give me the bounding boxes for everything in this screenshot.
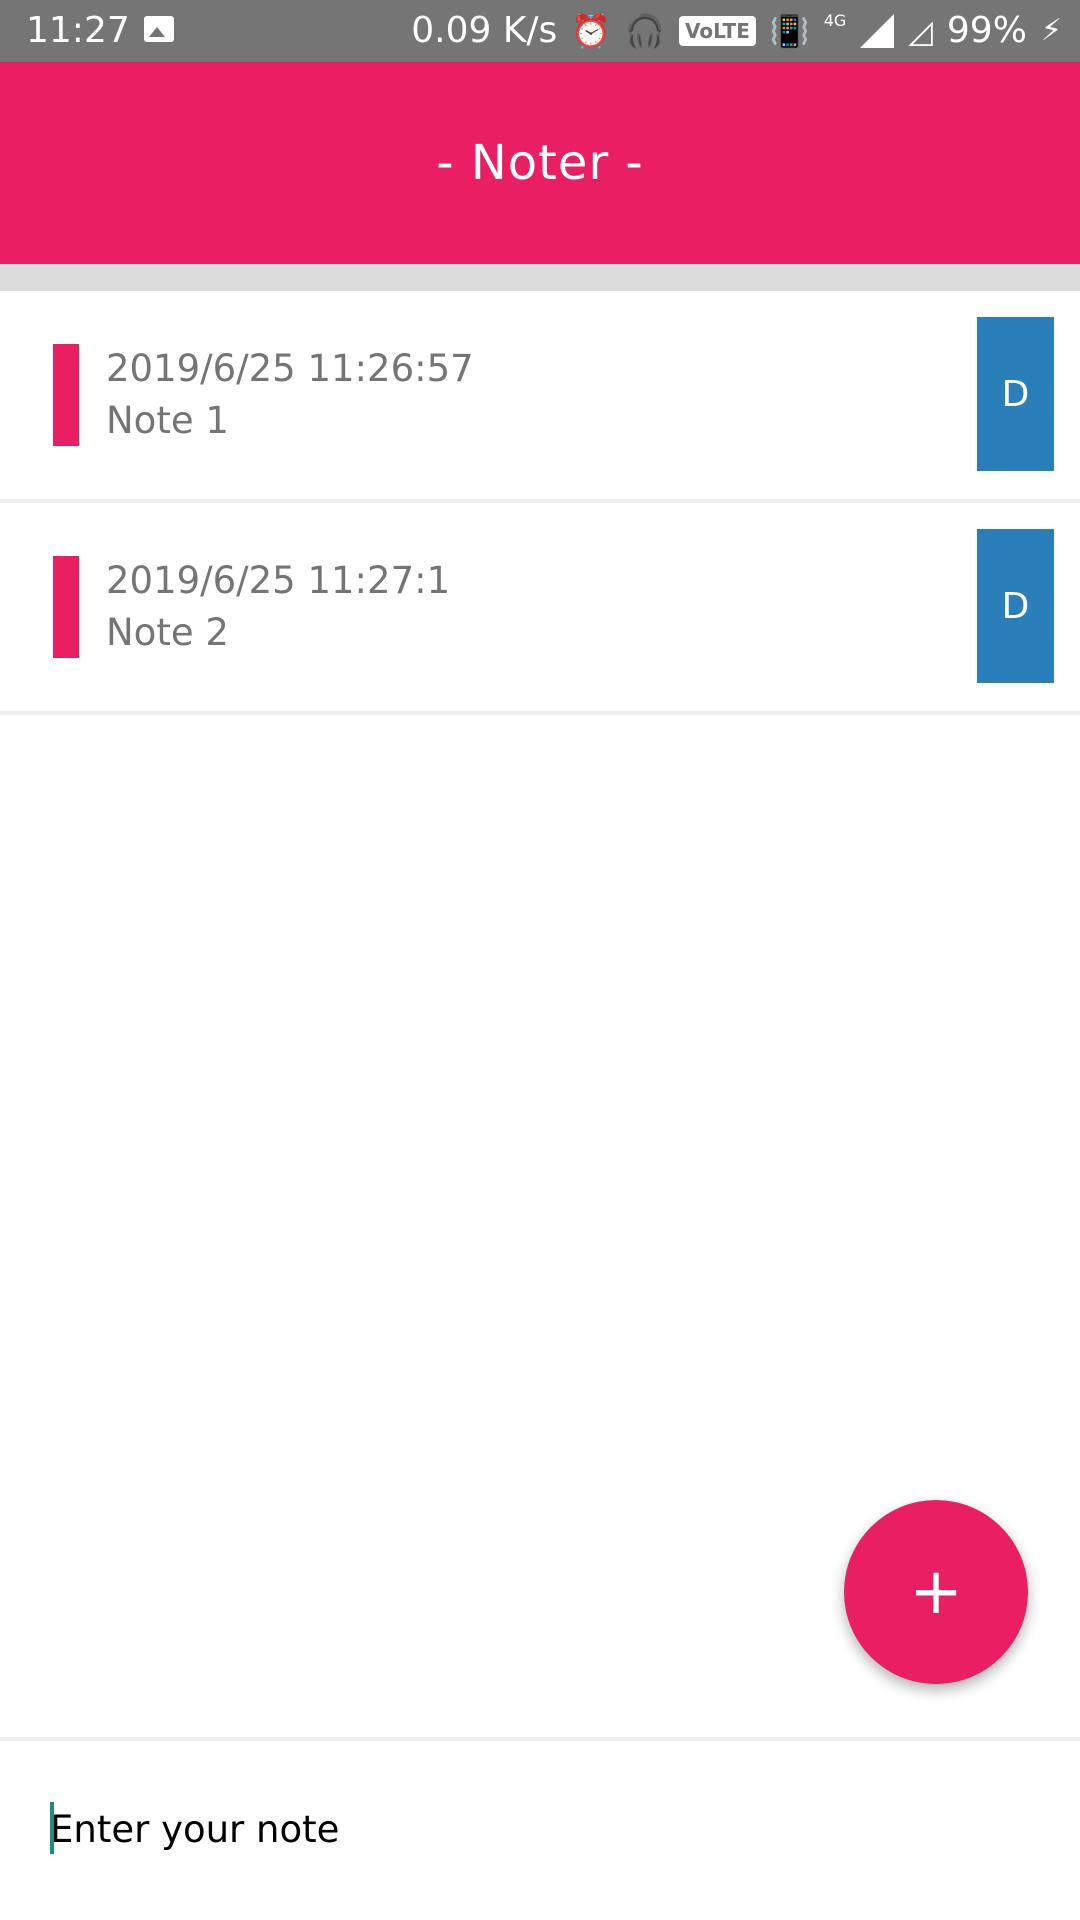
delete-note-button[interactable]: D	[977, 317, 1054, 471]
note-list-item[interactable]: 2019/6/25 11:27:1 Note 2 D	[0, 503, 1080, 715]
status-right-group: 0.09 K/s ⏰ 🎧 VoLTE 📳 4G ◿ 99% ⚡	[411, 8, 1062, 54]
status-bar: 11:27 0.09 K/s ⏰ 🎧 VoLTE 📳 4G ◿ 99% ⚡	[0, 0, 1080, 62]
note-color-bar	[53, 344, 79, 446]
note-list-item[interactable]: 2019/6/25 11:26:57 Note 1 D	[0, 291, 1080, 503]
battery-percent: 99%	[946, 10, 1027, 51]
input-divider	[0, 1737, 1080, 1741]
list-top-separator	[0, 264, 1080, 291]
note-date: 2019/6/25 11:27:1	[106, 559, 451, 602]
note-text: Note 1	[106, 399, 229, 442]
note-color-bar	[53, 556, 79, 658]
note-text: Note 2	[106, 611, 229, 654]
signal-empty-icon: ◿	[908, 12, 933, 50]
headphones-icon: 🎧	[625, 12, 665, 50]
status-time: 11:27	[26, 10, 130, 51]
note-list: 2019/6/25 11:26:57 Note 1 D 2019/6/25 11…	[0, 291, 1080, 715]
volte-badge: VoLTE	[679, 16, 756, 46]
note-date: 2019/6/25 11:26:57	[106, 347, 474, 390]
alarm-icon: ⏰	[571, 12, 612, 50]
note-input[interactable]	[50, 1800, 1030, 1858]
app-title: - Noter -	[436, 135, 644, 191]
net-speed: 0.09 K/s	[411, 10, 558, 51]
add-note-button[interactable]: +	[844, 1500, 1028, 1684]
network-type-indicator: 4G	[823, 11, 847, 30]
text-cursor	[50, 1802, 54, 1854]
gallery-notification-icon	[144, 16, 174, 42]
delete-note-button[interactable]: D	[977, 529, 1054, 683]
app-bar: - Noter -	[0, 62, 1080, 264]
signal-full-icon	[860, 14, 895, 48]
plus-icon: +	[909, 1555, 963, 1629]
charging-bolt-icon: ⚡	[1040, 13, 1062, 48]
vibrate-icon: 📳	[769, 12, 810, 50]
